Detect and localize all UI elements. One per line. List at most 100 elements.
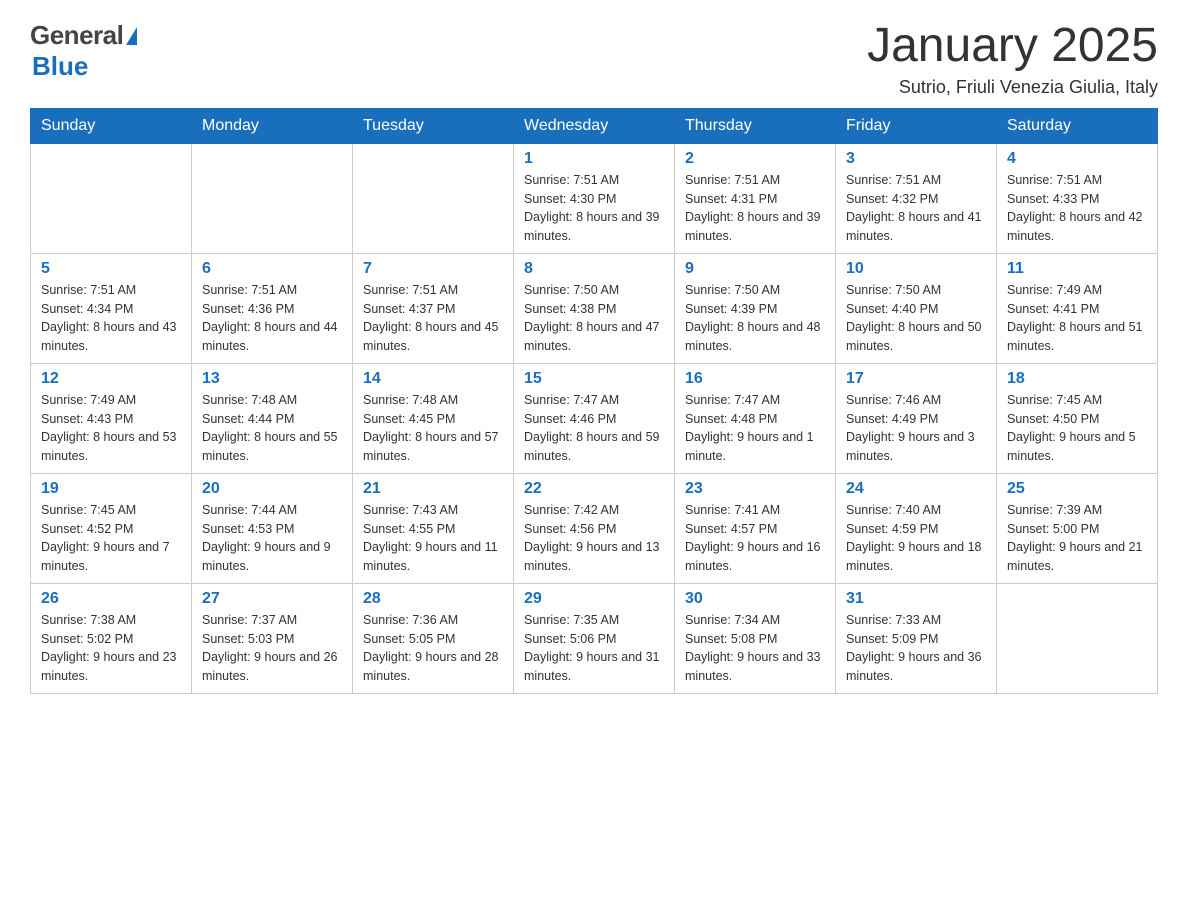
- day-info: Sunrise: 7:50 AM Sunset: 4:39 PM Dayligh…: [685, 281, 825, 356]
- calendar-header-row: SundayMondayTuesdayWednesdayThursdayFrid…: [31, 108, 1158, 143]
- day-number: 19: [41, 480, 181, 498]
- day-info: Sunrise: 7:51 AM Sunset: 4:36 PM Dayligh…: [202, 281, 342, 356]
- day-number: 9: [685, 260, 825, 278]
- calendar-week-row: 1 Sunrise: 7:51 AM Sunset: 4:30 PM Daylig…: [31, 143, 1158, 253]
- day-info: Sunrise: 7:41 AM Sunset: 4:57 PM Dayligh…: [685, 501, 825, 576]
- day-number: 13: [202, 370, 342, 388]
- calendar-cell: 21Sunrise: 7:43 AM Sunset: 4:55 PM Dayli…: [353, 473, 514, 583]
- calendar-cell: 7Sunrise: 7:51 AM Sunset: 4:37 PM Daylig…: [353, 253, 514, 363]
- calendar-cell: 9 Sunrise: 7:50 AM Sunset: 4:39 PM Daylig…: [675, 253, 836, 363]
- day-info: Sunrise: 7:49 AM Sunset: 4:41 PM Dayligh…: [1007, 281, 1147, 356]
- day-info: Sunrise: 7:48 AM Sunset: 4:44 PM Dayligh…: [202, 391, 342, 466]
- day-number: 18: [1007, 370, 1147, 388]
- day-info: Sunrise: 7:50 AM Sunset: 4:38 PM Dayligh…: [524, 281, 664, 356]
- logo-general-text: General: [30, 20, 123, 51]
- day-number: 17: [846, 370, 986, 388]
- day-info: Sunrise: 7:47 AM Sunset: 4:48 PM Dayligh…: [685, 391, 825, 466]
- logo: General Blue: [30, 20, 137, 82]
- day-number: 8: [524, 260, 664, 278]
- calendar-cell: 26 Sunrise: 7:38 AM Sunset: 5:02 PM Dayli…: [31, 583, 192, 693]
- calendar-cell: [31, 143, 192, 253]
- calendar-cell: 15Sunrise: 7:47 AM Sunset: 4:46 PM Dayli…: [514, 363, 675, 473]
- calendar-header-tuesday: Tuesday: [353, 108, 514, 143]
- day-info: Sunrise: 7:50 AM Sunset: 4:40 PM Dayligh…: [846, 281, 986, 356]
- day-number: 25: [1007, 480, 1147, 498]
- calendar-header-saturday: Saturday: [997, 108, 1158, 143]
- day-number: 28: [363, 590, 503, 608]
- calendar-cell: 11 Sunrise: 7:49 AM Sunset: 4:41 PM Dayli…: [997, 253, 1158, 363]
- day-number: 16: [685, 370, 825, 388]
- day-info: Sunrise: 7:51 AM Sunset: 4:31 PM Dayligh…: [685, 171, 825, 246]
- calendar-cell: 5 Sunrise: 7:51 AM Sunset: 4:34 PM Daylig…: [31, 253, 192, 363]
- calendar-cell: 23 Sunrise: 7:41 AM Sunset: 4:57 PM Dayli…: [675, 473, 836, 583]
- title-block: January 2025 Sutrio, Friuli Venezia Giul…: [867, 20, 1158, 98]
- calendar-cell: 8 Sunrise: 7:50 AM Sunset: 4:38 PM Daylig…: [514, 253, 675, 363]
- day-info: Sunrise: 7:43 AM Sunset: 4:55 PM Dayligh…: [363, 501, 503, 576]
- calendar-cell: 2 Sunrise: 7:51 AM Sunset: 4:31 PM Daylig…: [675, 143, 836, 253]
- logo-blue-text: Blue: [32, 51, 88, 82]
- calendar-cell: 3 Sunrise: 7:51 AM Sunset: 4:32 PM Daylig…: [836, 143, 997, 253]
- day-number: 2: [685, 150, 825, 168]
- calendar-cell: 16 Sunrise: 7:47 AM Sunset: 4:48 PM Dayli…: [675, 363, 836, 473]
- day-number: 12: [41, 370, 181, 388]
- calendar-cell: 1 Sunrise: 7:51 AM Sunset: 4:30 PM Daylig…: [514, 143, 675, 253]
- day-number: 31: [846, 590, 986, 608]
- day-info: Sunrise: 7:49 AM Sunset: 4:43 PM Dayligh…: [41, 391, 181, 466]
- logo-triangle-icon: [126, 27, 137, 45]
- day-info: Sunrise: 7:35 AM Sunset: 5:06 PM Dayligh…: [524, 611, 664, 686]
- day-number: 4: [1007, 150, 1147, 168]
- day-number: 6: [202, 260, 342, 278]
- day-info: Sunrise: 7:51 AM Sunset: 4:34 PM Dayligh…: [41, 281, 181, 356]
- calendar-cell: 20 Sunrise: 7:44 AM Sunset: 4:53 PM Dayli…: [192, 473, 353, 583]
- day-number: 11: [1007, 260, 1147, 278]
- calendar-cell: 30 Sunrise: 7:34 AM Sunset: 5:08 PM Dayli…: [675, 583, 836, 693]
- calendar-week-row: 5 Sunrise: 7:51 AM Sunset: 4:34 PM Daylig…: [31, 253, 1158, 363]
- day-number: 30: [685, 590, 825, 608]
- day-info: Sunrise: 7:51 AM Sunset: 4:37 PM Dayligh…: [363, 281, 503, 356]
- calendar-cell: 31 Sunrise: 7:33 AM Sunset: 5:09 PM Dayli…: [836, 583, 997, 693]
- day-number: 20: [202, 480, 342, 498]
- day-number: 29: [524, 590, 664, 608]
- day-info: Sunrise: 7:40 AM Sunset: 4:59 PM Dayligh…: [846, 501, 986, 576]
- day-info: Sunrise: 7:37 AM Sunset: 5:03 PM Dayligh…: [202, 611, 342, 686]
- calendar-cell: 12 Sunrise: 7:49 AM Sunset: 4:43 PM Dayli…: [31, 363, 192, 473]
- day-number: 22: [524, 480, 664, 498]
- day-info: Sunrise: 7:45 AM Sunset: 4:52 PM Dayligh…: [41, 501, 181, 576]
- calendar-week-row: 26 Sunrise: 7:38 AM Sunset: 5:02 PM Dayli…: [31, 583, 1158, 693]
- day-info: Sunrise: 7:34 AM Sunset: 5:08 PM Dayligh…: [685, 611, 825, 686]
- calendar-cell: 6 Sunrise: 7:51 AM Sunset: 4:36 PM Daylig…: [192, 253, 353, 363]
- calendar-week-row: 19 Sunrise: 7:45 AM Sunset: 4:52 PM Dayli…: [31, 473, 1158, 583]
- day-number: 5: [41, 260, 181, 278]
- day-number: 26: [41, 590, 181, 608]
- calendar-cell: [192, 143, 353, 253]
- calendar-cell: 19 Sunrise: 7:45 AM Sunset: 4:52 PM Dayli…: [31, 473, 192, 583]
- day-info: Sunrise: 7:44 AM Sunset: 4:53 PM Dayligh…: [202, 501, 342, 576]
- calendar-header-thursday: Thursday: [675, 108, 836, 143]
- day-number: 23: [685, 480, 825, 498]
- day-info: Sunrise: 7:33 AM Sunset: 5:09 PM Dayligh…: [846, 611, 986, 686]
- day-info: Sunrise: 7:39 AM Sunset: 5:00 PM Dayligh…: [1007, 501, 1147, 576]
- location-title: Sutrio, Friuli Venezia Giulia, Italy: [867, 77, 1158, 98]
- calendar-header-wednesday: Wednesday: [514, 108, 675, 143]
- day-number: 27: [202, 590, 342, 608]
- day-info: Sunrise: 7:47 AM Sunset: 4:46 PM Dayligh…: [524, 391, 664, 466]
- day-number: 3: [846, 150, 986, 168]
- day-info: Sunrise: 7:38 AM Sunset: 5:02 PM Dayligh…: [41, 611, 181, 686]
- calendar-cell: 25 Sunrise: 7:39 AM Sunset: 5:00 PM Dayli…: [997, 473, 1158, 583]
- day-info: Sunrise: 7:51 AM Sunset: 4:32 PM Dayligh…: [846, 171, 986, 246]
- calendar-header-sunday: Sunday: [31, 108, 192, 143]
- calendar-cell: [997, 583, 1158, 693]
- calendar-header-monday: Monday: [192, 108, 353, 143]
- day-info: Sunrise: 7:51 AM Sunset: 4:30 PM Dayligh…: [524, 171, 664, 246]
- calendar-week-row: 12 Sunrise: 7:49 AM Sunset: 4:43 PM Dayli…: [31, 363, 1158, 473]
- calendar-cell: 17 Sunrise: 7:46 AM Sunset: 4:49 PM Dayli…: [836, 363, 997, 473]
- day-number: 1: [524, 150, 664, 168]
- calendar-cell: 13 Sunrise: 7:48 AM Sunset: 4:44 PM Dayli…: [192, 363, 353, 473]
- calendar-cell: 10Sunrise: 7:50 AM Sunset: 4:40 PM Dayli…: [836, 253, 997, 363]
- month-title: January 2025: [867, 20, 1158, 73]
- calendar-cell: 18Sunrise: 7:45 AM Sunset: 4:50 PM Dayli…: [997, 363, 1158, 473]
- calendar-cell: 14Sunrise: 7:48 AM Sunset: 4:45 PM Dayli…: [353, 363, 514, 473]
- day-info: Sunrise: 7:36 AM Sunset: 5:05 PM Dayligh…: [363, 611, 503, 686]
- day-info: Sunrise: 7:46 AM Sunset: 4:49 PM Dayligh…: [846, 391, 986, 466]
- calendar-cell: 29 Sunrise: 7:35 AM Sunset: 5:06 PM Dayli…: [514, 583, 675, 693]
